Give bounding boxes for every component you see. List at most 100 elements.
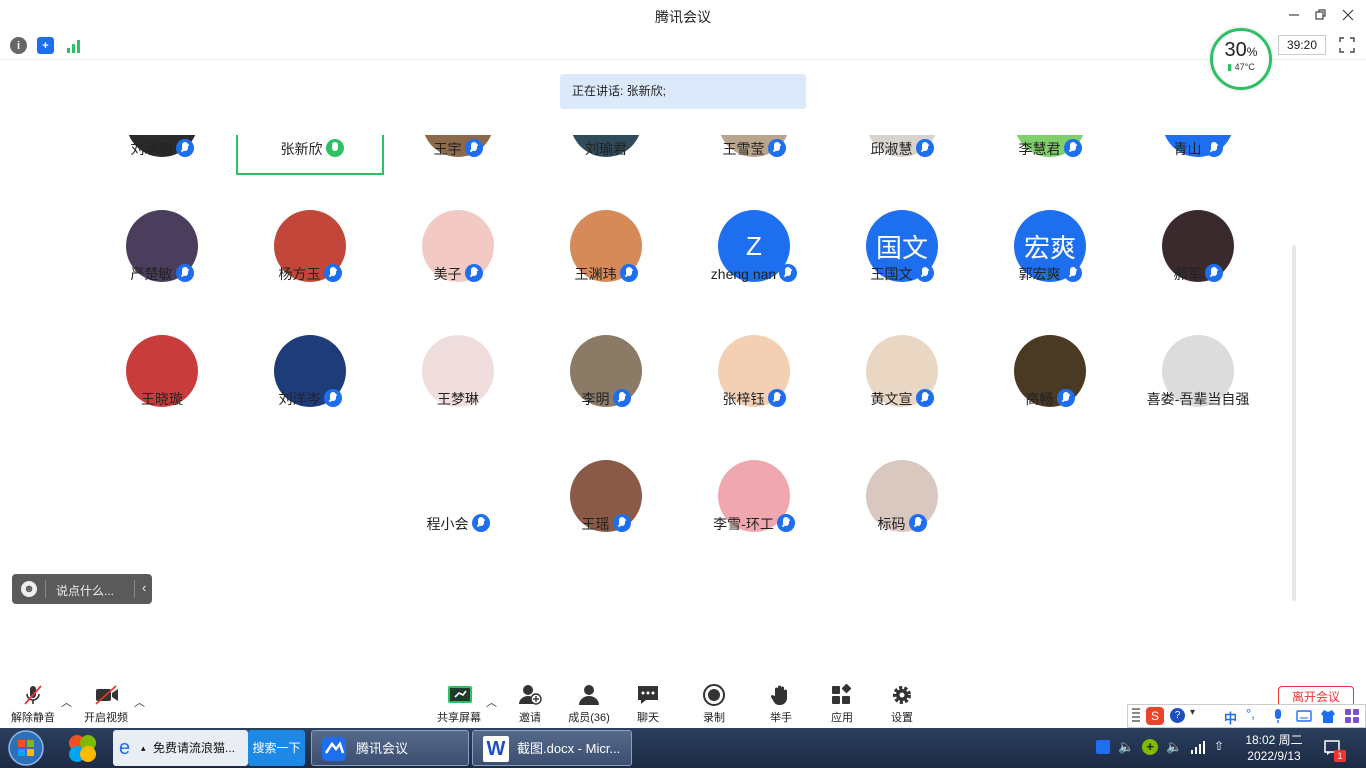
participant-tile[interactable]: 郝军 [1124, 210, 1272, 302]
participant-tile[interactable]: 国文 王国文 [828, 210, 976, 302]
participant-name: 王雪莹 [680, 139, 828, 159]
participant-tile[interactable]: 宏爽 郭宏爽 [976, 210, 1124, 302]
pinned-app-icon[interactable] [66, 732, 100, 764]
search-button[interactable]: 搜索一下 [248, 730, 305, 766]
participant-name-text: 黄文宣 [870, 391, 913, 407]
participant-name: 郝军 [1124, 264, 1272, 284]
participant-tile[interactable]: 青山青山 [1124, 135, 1272, 177]
start-button[interactable] [4, 728, 48, 768]
temperature: 47°C [1234, 62, 1255, 72]
invite-button[interactable]: 邀请 [510, 680, 550, 728]
punctuation-icon[interactable]: °, [1246, 706, 1255, 721]
restore-icon[interactable] [1312, 6, 1330, 24]
mic-muted-icon [1063, 139, 1082, 157]
fullscreen-icon[interactable] [1339, 37, 1355, 53]
drag-handle-icon[interactable] [1132, 708, 1140, 724]
leave-meeting-button[interactable]: 离开会议 [1278, 686, 1354, 706]
share-screen-button[interactable]: 共享屏幕 [434, 680, 484, 728]
mic-muted-icon [915, 139, 934, 157]
record-button[interactable]: 录制 [694, 680, 734, 728]
clock[interactable]: 18:02 周二 2022/9/13 [1240, 732, 1308, 764]
grid-scrollbar[interactable] [1292, 245, 1296, 601]
participant-tile[interactable]: 李雪-环工 [680, 460, 828, 552]
emoji-icon[interactable]: ☻ [21, 581, 37, 597]
sogou-icon[interactable]: S [1146, 707, 1164, 725]
close-icon[interactable] [1339, 6, 1357, 24]
participant-tile[interactable]: 喜娄-吾辈当自强 [1124, 335, 1272, 427]
participant-tile[interactable]: 刘承昭 [88, 135, 236, 177]
raise-hand-label: 举手 [770, 712, 792, 724]
mic-muted-icon [767, 139, 786, 157]
settings-button[interactable]: 设置 [882, 680, 922, 728]
keyboard-icon[interactable] [1296, 709, 1312, 723]
minimize-icon[interactable] [1285, 6, 1303, 24]
participant-tile[interactable]: 邱淑慧 [828, 135, 976, 177]
mic-muted-icon [464, 264, 483, 282]
toolbox-icon[interactable] [1344, 708, 1360, 724]
signal-icon[interactable] [65, 37, 82, 54]
participant-tile[interactable]: 刘洋岑 [236, 335, 384, 427]
info-icon[interactable]: i [10, 37, 27, 54]
participant-tile[interactable]: 王瑶 [532, 460, 680, 552]
collapse-icon[interactable]: ‹ [142, 580, 146, 595]
participant-name: 刘承昭 [88, 139, 236, 159]
participant-tile[interactable]: 杨方玉 [236, 210, 384, 302]
shield-icon[interactable]: + [37, 37, 54, 54]
tray-meeting-icon[interactable] [1096, 740, 1110, 754]
participant-tile[interactable]: 王渊玮 [532, 210, 680, 302]
participant-name: 美子 [384, 264, 532, 284]
taskbar-item-word[interactable]: W 截图.docx - Micr... [472, 730, 632, 766]
record-label: 录制 [703, 712, 725, 724]
muted-speaker-icon[interactable]: 🔈 [1166, 739, 1182, 755]
members-icon [577, 684, 601, 706]
participant-name: 郭宏爽 [976, 264, 1124, 284]
participant-tile[interactable]: 李慧君 [976, 135, 1124, 177]
participant-tile[interactable]: 黄文宣 [828, 335, 976, 427]
participant-tile[interactable]: 王梦琳 [384, 335, 532, 427]
participant-tile[interactable]: 王晓璇 [88, 335, 236, 427]
skin-icon[interactable] [1320, 708, 1336, 724]
taskbar-item-meeting[interactable]: 腾讯会议 [311, 730, 469, 766]
raise-hand-button[interactable]: 举手 [761, 680, 801, 728]
taskbar-item-browser[interactable]: e ▴ 免费请流浪猫... [113, 730, 248, 766]
participant-tile[interactable]: 严楚敏 [88, 210, 236, 302]
participant-tile[interactable]: 标码 [828, 460, 976, 552]
audio-options-chevron-icon[interactable]: ︿ [61, 694, 72, 710]
participant-tile[interactable]: 美子 [384, 210, 532, 302]
participant-name: 程小会 [384, 514, 532, 534]
performance-gauge[interactable]: 30% ▮ 47°C [1210, 28, 1272, 90]
network-icon[interactable] [1190, 740, 1206, 759]
participant-tile[interactable]: 王雪莹 [680, 135, 828, 177]
mic-muted-icon [1204, 139, 1223, 157]
tray-expand-icon[interactable]: ⇧ [1214, 739, 1224, 753]
participant-tile[interactable]: 张新欣 [236, 135, 384, 175]
participant-name-text: 美子 [433, 266, 462, 282]
share-options-chevron-icon[interactable]: ︿ [486, 694, 497, 710]
dropdown-icon[interactable]: ▾ [1190, 707, 1195, 718]
members-label: 成员(36) [568, 712, 610, 724]
apps-button[interactable]: 应用 [822, 680, 862, 728]
participant-tile[interactable]: 高畅 [976, 335, 1124, 427]
volume-icon[interactable]: 🔈 [1118, 739, 1134, 755]
participant-tile[interactable]: 张梓钰 [680, 335, 828, 427]
start-video-button[interactable]: 开启视频 [81, 680, 131, 728]
participant-tile[interactable]: 王宇 [384, 135, 532, 177]
percent-sign: % [1246, 45, 1258, 59]
voice-input-icon[interactable] [1272, 708, 1284, 724]
video-options-chevron-icon[interactable]: ︿ [134, 694, 145, 710]
participant-name-text: 刘洋岑 [278, 391, 321, 407]
participant-tile[interactable]: Zzheng nan [680, 210, 828, 302]
participant-tile[interactable]: 李明 [532, 335, 680, 427]
members-button[interactable]: 成员(36) [564, 680, 614, 728]
participant-tile[interactable]: 程小会 [384, 460, 532, 552]
chat-quick-input[interactable]: ☻ 说点什么... ‹ [12, 574, 152, 604]
help-icon[interactable]: ? [1170, 708, 1185, 723]
mic-muted-icon [776, 514, 795, 532]
ime-lang[interactable]: 中 [1224, 708, 1237, 727]
participant-tile[interactable]: 刘瑜君 [532, 135, 680, 177]
tray-plus-icon[interactable]: + [1142, 739, 1158, 755]
unmute-button[interactable]: 解除静音 [8, 680, 58, 728]
participant-name-text: 程小会 [426, 516, 469, 532]
chat-button[interactable]: 聊天 [628, 680, 668, 728]
mic-muted-icon [779, 264, 798, 282]
